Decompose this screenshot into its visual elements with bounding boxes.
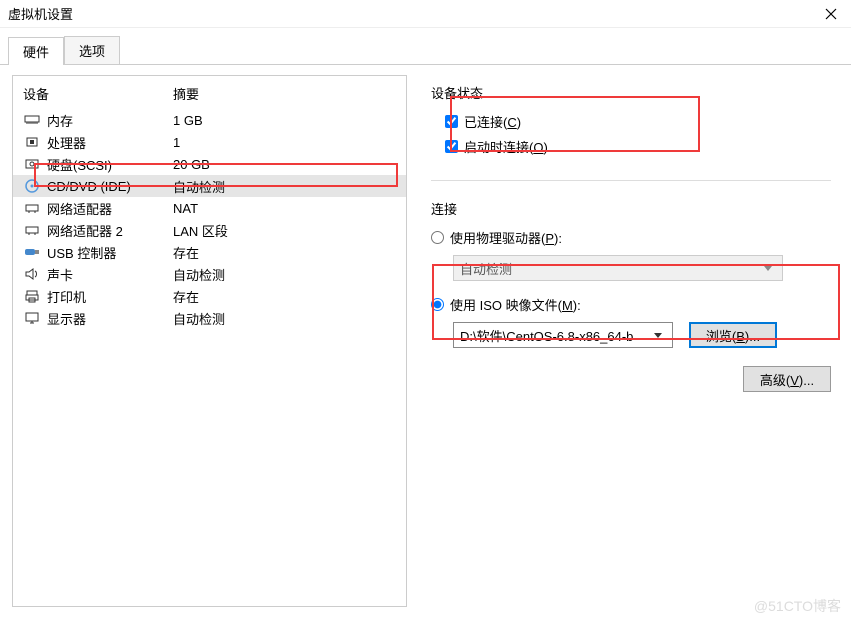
tabs: 硬件 选项	[0, 32, 851, 65]
hardware-summary: LAN 区段	[173, 221, 228, 240]
hardware-list-panel: 设备 摘要 内存1 GB处理器1硬盘(SCSI)20 GBCD/DVD (IDE…	[12, 75, 407, 607]
hardware-list: 内存1 GB处理器1硬盘(SCSI)20 GBCD/DVD (IDE)自动检测网…	[13, 109, 406, 329]
hardware-row[interactable]: 处理器1	[13, 131, 406, 153]
physical-label: 使用物理驱动器(P):	[450, 228, 562, 247]
sound-icon	[23, 266, 41, 282]
titlebar: 虚拟机设置	[0, 0, 851, 28]
hardware-row[interactable]: USB 控制器存在	[13, 241, 406, 263]
iso-label: 使用 ISO 映像文件(M):	[450, 295, 581, 314]
hardware-name: 内存	[47, 111, 173, 130]
hardware-row[interactable]: 打印机存在	[13, 285, 406, 307]
header-summary: 摘要	[173, 84, 396, 103]
hardware-summary: 存在	[173, 287, 199, 306]
cpu-icon	[23, 134, 41, 150]
hdd-icon	[23, 156, 41, 172]
hardware-row[interactable]: 网络适配器 2LAN 区段	[13, 219, 406, 241]
hardware-name: USB 控制器	[47, 243, 173, 262]
browse-button[interactable]: 浏览(B)...	[689, 322, 777, 348]
iso-radio[interactable]	[431, 298, 444, 311]
printer-icon	[23, 288, 41, 304]
hardware-name: 网络适配器 2	[47, 221, 173, 240]
hardware-name: 处理器	[47, 133, 173, 152]
iso-radio-row: 使用 ISO 映像文件(M):	[431, 295, 831, 314]
hardware-name: 硬盘(SCSI)	[47, 155, 173, 174]
hardware-summary: NAT	[173, 201, 198, 216]
hardware-row[interactable]: 显示器自动检测	[13, 307, 406, 329]
watermark: @51CTO博客	[754, 596, 841, 616]
device-status-group: 设备状态 已连接(C) 启动时连接(O)	[431, 75, 831, 176]
hardware-name: 声卡	[47, 265, 173, 284]
hardware-row[interactable]: 声卡自动检测	[13, 263, 406, 285]
memory-icon	[23, 112, 41, 128]
hardware-name: 打印机	[47, 287, 173, 306]
hardware-summary: 存在	[173, 243, 199, 262]
connected-checkbox-row: 已连接(C)	[445, 112, 831, 131]
net-icon	[23, 200, 41, 216]
hardware-name: 网络适配器	[47, 199, 173, 218]
iso-path-input[interactable]: D:\软件\CentOS-6.8-x86_64-b	[453, 322, 673, 348]
content-area: 设备 摘要 内存1 GB处理器1硬盘(SCSI)20 GBCD/DVD (IDE…	[0, 65, 851, 617]
hardware-summary: 1 GB	[173, 113, 203, 128]
physical-drive-select[interactable]: 自动检测	[453, 255, 783, 281]
hardware-name: CD/DVD (IDE)	[47, 179, 173, 194]
usb-icon	[23, 244, 41, 260]
hardware-summary: 自动检测	[173, 309, 225, 328]
window-title: 虚拟机设置	[8, 4, 811, 23]
hardware-row[interactable]: 网络适配器NAT	[13, 197, 406, 219]
net-icon	[23, 222, 41, 238]
close-button[interactable]	[811, 0, 851, 28]
hardware-header: 设备 摘要	[13, 84, 406, 109]
divider	[431, 180, 831, 181]
hardware-summary: 1	[173, 135, 180, 150]
hardware-row[interactable]: 硬盘(SCSI)20 GB	[13, 153, 406, 175]
tab-hardware[interactable]: 硬件	[8, 37, 64, 65]
startup-checkbox[interactable]	[445, 140, 458, 153]
physical-radio-row: 使用物理驱动器(P):	[431, 228, 831, 247]
header-device: 设备	[23, 84, 173, 103]
tab-options[interactable]: 选项	[64, 36, 120, 64]
physical-radio[interactable]	[431, 231, 444, 244]
hardware-row[interactable]: 内存1 GB	[13, 109, 406, 131]
disc-icon	[23, 178, 41, 194]
display-icon	[23, 310, 41, 326]
hardware-summary: 自动检测	[173, 265, 225, 284]
hardware-summary: 20 GB	[173, 157, 210, 172]
settings-panel: 设备状态 已连接(C) 启动时连接(O) 连接 使用物理驱动器(P): 自动检测	[407, 75, 839, 607]
connected-checkbox[interactable]	[445, 115, 458, 128]
close-icon	[825, 8, 837, 20]
startup-label: 启动时连接(O)	[464, 137, 548, 156]
device-status-label: 设备状态	[431, 83, 831, 102]
advanced-button[interactable]: 高级(V)...	[743, 366, 831, 392]
connected-label: 已连接(C)	[464, 112, 521, 131]
hardware-name: 显示器	[47, 309, 173, 328]
hardware-row[interactable]: CD/DVD (IDE)自动检测	[13, 175, 406, 197]
startup-checkbox-row: 启动时连接(O)	[445, 137, 831, 156]
connection-group: 连接 使用物理驱动器(P): 自动检测 使用 ISO 映像文件(M): D:\软…	[431, 191, 831, 406]
connection-label: 连接	[431, 199, 831, 218]
hardware-summary: 自动检测	[173, 177, 225, 196]
